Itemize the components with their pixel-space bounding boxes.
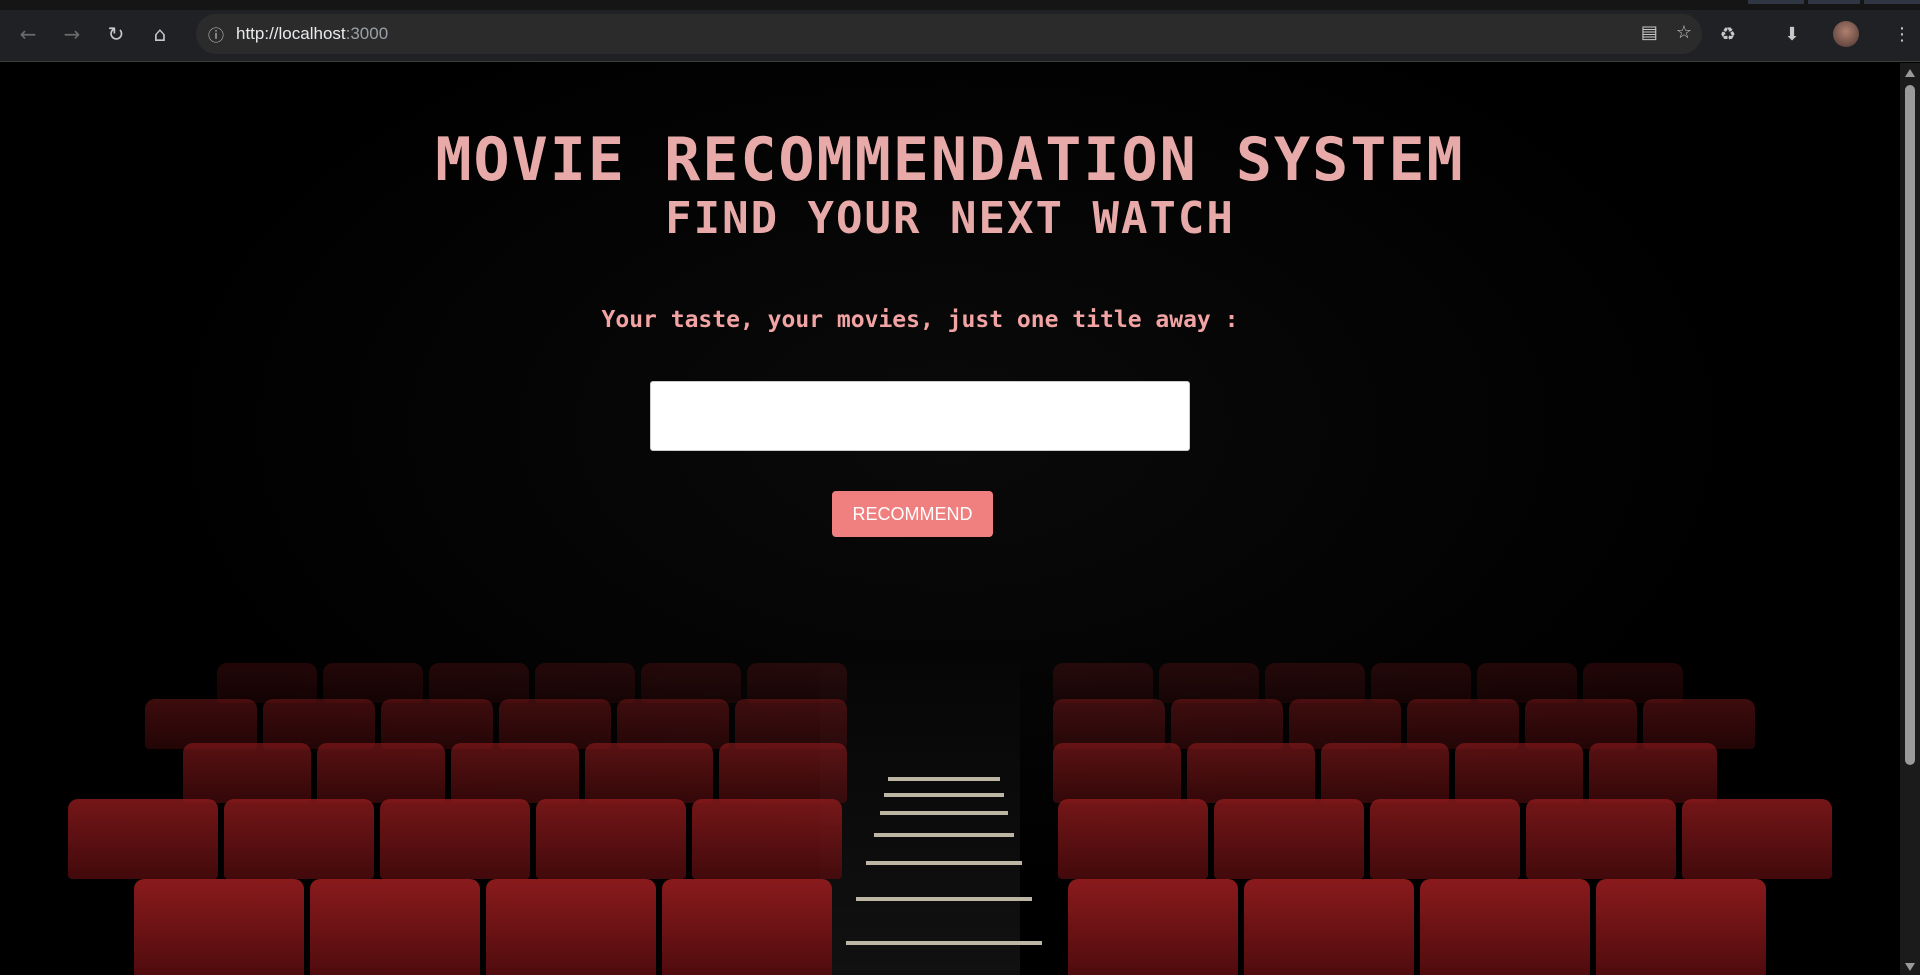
stair-step <box>884 793 1004 797</box>
site-info-icon[interactable]: ⓘ <box>196 22 236 46</box>
scroll-up-icon[interactable] <box>1905 69 1915 77</box>
page-scrollbar[interactable] <box>1900 63 1920 975</box>
tab[interactable] <box>1864 0 1920 4</box>
reload-icon[interactable]: ↻ <box>98 16 134 52</box>
theater-background <box>0 663 1900 975</box>
page-title: MOVIE RECOMMENDATION SYSTEM <box>435 125 1465 195</box>
seat-row <box>0 699 1900 749</box>
scrollbar-thumb[interactable] <box>1905 85 1915 765</box>
menu-icon[interactable]: ⋮ <box>1884 16 1920 52</box>
home-icon[interactable]: ⌂ <box>142 16 178 52</box>
tab[interactable] <box>1808 0 1860 4</box>
movie-title-input[interactable] <box>650 381 1190 451</box>
page-viewport: MOVIE RECOMMENDATION SYSTEM FIND YOUR NE… <box>0 63 1900 975</box>
profile-avatar[interactable] <box>1833 21 1859 47</box>
tab[interactable] <box>1748 0 1804 4</box>
stair-step <box>856 897 1032 901</box>
stair-step <box>866 861 1022 865</box>
recommend-button[interactable]: RECOMMEND <box>832 491 993 537</box>
url-text[interactable]: http://localhost:3000 <box>236 24 388 44</box>
bookmark-star-icon[interactable]: ☆ <box>1676 22 1692 43</box>
browser-toolbar: ← → ↻ ⌂ ⓘ http://localhost:3000 ▤ ☆ ♻ ⬇ … <box>0 0 1920 62</box>
forward-icon[interactable]: → <box>54 16 90 52</box>
address-bar[interactable]: ⓘ http://localhost:3000 ▤ ☆ <box>196 14 1702 54</box>
page-subtitle: FIND YOUR NEXT WATCH <box>665 193 1235 244</box>
seat-row <box>0 663 1900 703</box>
scroll-down-icon[interactable] <box>1905 963 1915 971</box>
back-icon[interactable]: ← <box>10 16 46 52</box>
stair-step <box>846 941 1042 945</box>
tab-strip <box>0 0 1920 10</box>
stair-step <box>888 777 1000 781</box>
url-host: http://localhost <box>236 24 346 43</box>
seat-row <box>0 879 1900 975</box>
url-port: :3000 <box>345 24 389 43</box>
tagline: Your taste, your movies, just one title … <box>601 307 1239 333</box>
extensions-icon[interactable]: ♻ <box>1710 16 1746 52</box>
download-icon[interactable]: ⬇ <box>1774 16 1810 52</box>
stair-step <box>874 833 1014 837</box>
install-app-icon[interactable]: ▤ <box>1641 22 1658 43</box>
stair-step <box>880 811 1008 815</box>
